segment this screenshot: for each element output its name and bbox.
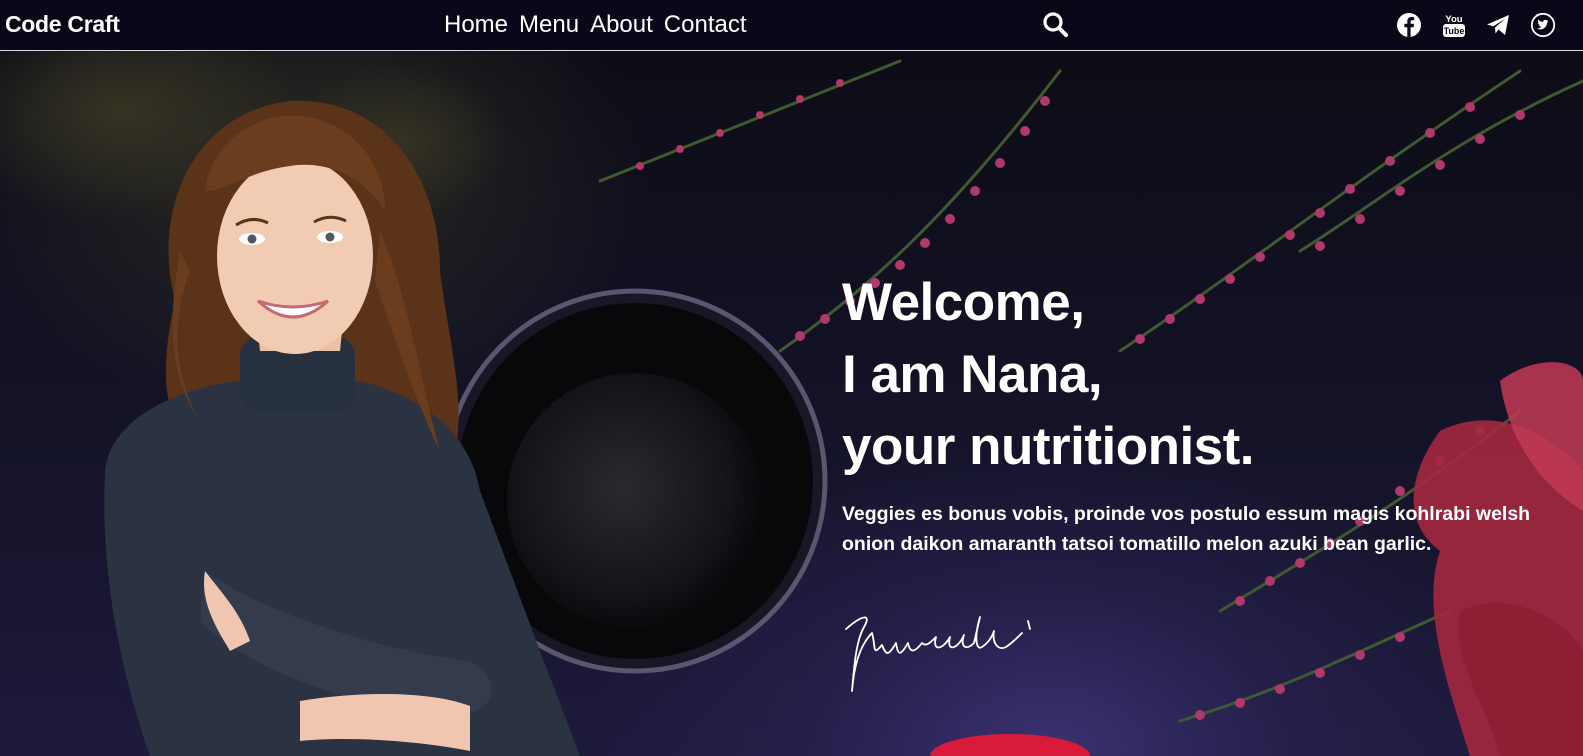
nav-link-contact[interactable]: Contact [664, 11, 747, 39]
page: Code Craft Home Menu About Contact You T… [0, 0, 1583, 756]
twitter-icon[interactable] [1530, 12, 1556, 38]
hero-title-line-1: Welcome, [842, 273, 1085, 332]
nav-link-about[interactable]: About [590, 11, 653, 39]
telegram-icon[interactable] [1485, 12, 1511, 38]
brand-logo[interactable]: Code Craft [5, 11, 120, 38]
hero-description: Veggies es bonus vobis, proinde vos post… [842, 503, 1531, 555]
navbar: Code Craft Home Menu About Contact You T… [0, 0, 1583, 51]
facebook-icon[interactable] [1396, 12, 1422, 38]
hero-section: Welcome, I am Nana, your nutritionist. V… [0, 51, 1583, 756]
nav-links: Home Menu About Contact [444, 11, 747, 39]
svg-text:Tube: Tube [1444, 26, 1465, 36]
hero-title: Welcome, I am Nana, your nutritionist. [842, 267, 1542, 483]
search-icon[interactable] [1040, 10, 1070, 40]
youtube-icon[interactable]: You Tube [1441, 12, 1467, 38]
hero-title-line-2: I am Nana, [842, 345, 1103, 404]
nav-link-menu[interactable]: Menu [519, 11, 579, 39]
signature-image [845, 616, 1031, 692]
nav-link-home[interactable]: Home [444, 11, 508, 39]
svg-text:You: You [1445, 14, 1462, 25]
hero-title-line-3: your nutritionist. [842, 417, 1255, 476]
hero-text: Welcome, I am Nana, your nutritionist. V… [842, 267, 1542, 559]
